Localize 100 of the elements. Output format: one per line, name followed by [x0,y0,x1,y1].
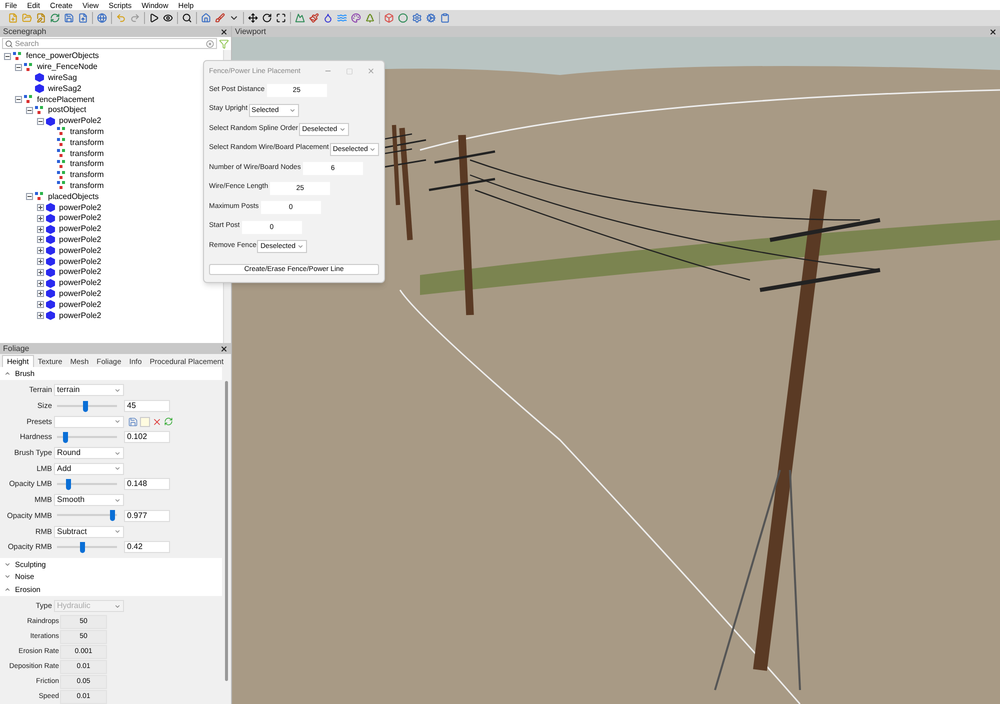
close-icon[interactable] [220,344,228,352]
collapse-toggle[interactable] [26,106,33,114]
move-icon[interactable] [248,13,258,23]
tree-item-label[interactable]: placedObjects [48,192,99,202]
value-field[interactable]: 0.148 [124,478,170,490]
expand-toggle[interactable] [37,280,44,287]
eye-icon[interactable] [163,13,173,23]
tree-item-label[interactable]: powerPole2 [59,267,102,278]
clipboard-icon[interactable] [440,13,450,23]
tree-item-label[interactable]: transform [70,126,104,137]
brush-icon[interactable] [215,13,225,23]
tree-item-label[interactable]: powerPole2 [59,278,102,288]
close-icon[interactable] [989,28,997,36]
expand-toggle[interactable] [37,290,44,298]
tree-item-label[interactable]: powerPole2 [59,300,102,310]
tree-item-label[interactable]: transform [70,138,104,148]
tree-item-label[interactable]: powerPole2 [59,246,102,256]
tree-item-label[interactable]: postObject [48,105,86,116]
tree-item-label[interactable]: powerPole2 [59,116,102,126]
dropdown[interactable]: Subtract [54,526,124,538]
slider[interactable] [55,400,119,412]
slider-thumb[interactable] [82,400,88,412]
tree-item-label[interactable]: transform [70,180,104,191]
slider[interactable] [55,478,119,490]
caret-icon [288,106,296,114]
circle-icon[interactable] [398,13,408,23]
delete-icon[interactable] [152,416,162,427]
collapse-toggle[interactable] [26,193,33,200]
transform-node-icon [24,62,33,72]
export-icon[interactable] [78,13,88,23]
settings-icon[interactable] [412,13,422,23]
slider[interactable] [55,510,119,522]
refresh-icon[interactable] [50,13,60,23]
dropdown[interactable]: Add [54,462,124,475]
expand-toggle[interactable] [37,204,44,212]
value-field[interactable]: 0.977 [124,510,170,522]
paint-icon[interactable] [309,13,319,23]
tree-item-label[interactable]: transform [70,170,104,180]
expand-toggle[interactable] [37,236,44,244]
caret-icon [297,243,304,250]
scale-icon[interactable] [276,13,286,23]
gear-icon[interactable] [426,13,436,23]
dropdown[interactable]: terrain [54,384,124,396]
tree-item-label[interactable]: powerPole2 [59,213,102,224]
clear-icon[interactable] [206,40,214,48]
tree-item-label[interactable]: wire_FenceNode [37,62,98,72]
chevron-up-icon [4,370,11,377]
tree-icon[interactable] [365,13,375,23]
expand-toggle[interactable] [37,258,44,266]
dropdown[interactable]: Smooth [54,494,124,506]
slider-thumb[interactable] [110,510,116,522]
value-field[interactable]: 45 [124,400,170,412]
tree-item-label[interactable]: powerPole2 [59,256,102,267]
water-icon[interactable] [337,13,347,23]
collapse-toggle[interactable] [15,64,22,71]
expand-toggle[interactable] [37,268,44,276]
value-field[interactable]: 0.42 [124,541,170,554]
droplet-icon[interactable] [323,13,333,23]
expand-toggle[interactable] [37,301,44,308]
play-icon[interactable] [149,13,159,23]
tree-item-label[interactable]: powerPole2 [59,202,102,213]
tree-item-label[interactable]: powerPole2 [59,288,102,299]
tree-item-label[interactable]: wireSag2 [48,84,82,94]
slider[interactable] [55,542,119,553]
edit-file-icon[interactable] [36,13,46,23]
globe-icon[interactable] [97,13,107,23]
tree-item-label[interactable]: transform [70,148,104,159]
tree-item-label[interactable]: powerPole2 [59,310,102,321]
expand-toggle[interactable] [37,312,44,320]
tree-item-label[interactable]: powerPole2 [59,234,102,245]
home-icon[interactable] [201,13,211,23]
search-icon[interactable] [182,13,192,23]
slider-thumb[interactable] [80,542,86,553]
tree-item-label[interactable]: transform [70,159,104,170]
caret-icon [114,528,121,536]
collapse-toggle[interactable] [37,118,44,125]
tree-item-label[interactable]: fencePlacement [37,94,94,105]
tree-item-label[interactable]: fence_powerObjects [26,51,99,62]
slider-thumb[interactable] [66,478,72,490]
transform-node-icon [57,138,66,148]
tree-item-label[interactable]: powerPole2 [59,224,102,234]
slider-thumb[interactable] [63,432,68,443]
expand-toggle[interactable] [37,214,44,222]
expand-toggle[interactable] [37,247,44,254]
collapse-toggle[interactable] [15,96,22,104]
close-icon[interactable] [220,28,228,36]
save-icon[interactable] [64,13,74,23]
chevron-up-icon [4,586,11,593]
palette-icon[interactable] [351,13,361,23]
refresh-icon[interactable] [164,417,173,426]
value-field[interactable]: 0.102 [124,431,170,444]
save-icon[interactable] [128,416,138,427]
slider[interactable] [55,432,119,443]
collapse-toggle[interactable] [4,52,11,60]
dropdown[interactable]: Round [54,447,124,460]
expand-toggle[interactable] [37,226,44,233]
cube-icon[interactable] [384,13,394,23]
terrain-icon[interactable] [295,13,305,23]
rotate-icon[interactable] [262,13,272,23]
tree-item-label[interactable]: wireSag [48,72,77,83]
